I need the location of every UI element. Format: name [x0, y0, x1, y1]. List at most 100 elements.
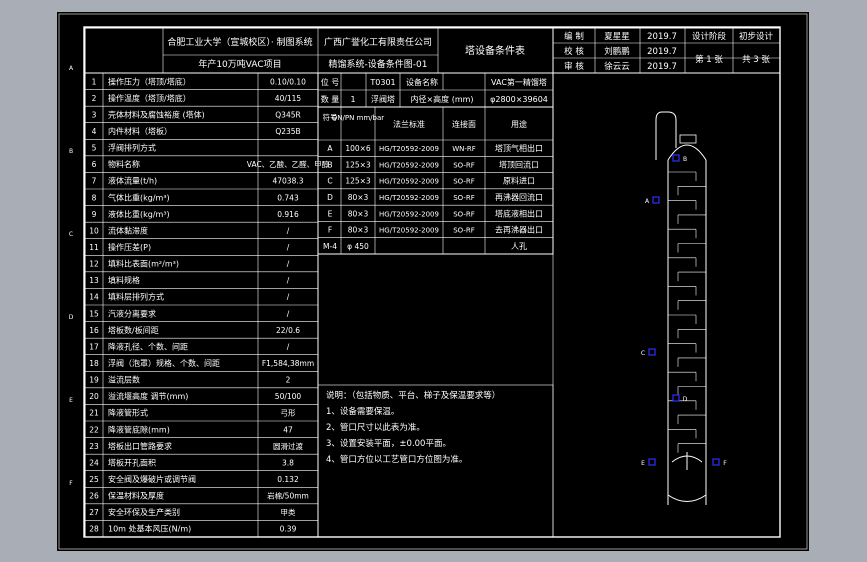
param-value: 0.132: [277, 475, 299, 484]
param-label: 浮阀（泡罩）规格、个数、间距: [108, 358, 220, 368]
param-label: 液体流量(t/h): [108, 176, 157, 186]
param-label: 安全阀及爆破片或调节阀: [108, 474, 196, 484]
nozzle-dn: φ 450: [347, 242, 369, 251]
param-value: 0.10/0.10: [270, 77, 306, 86]
param-no: 19: [89, 376, 99, 385]
nozzle-sym: M-4: [323, 242, 337, 251]
param-value: 2: [286, 376, 291, 385]
nozzle-use: 再沸器回流口: [495, 192, 543, 202]
param-value: 50/100: [275, 392, 302, 401]
param-label: 溢流层数: [108, 375, 140, 385]
param-no: 27: [89, 508, 99, 517]
param-no: 21: [89, 409, 99, 418]
nozzle-sym: A: [327, 144, 333, 153]
zone-letter: D: [69, 314, 74, 321]
equipment-size-label: 内径×高度 (mm): [410, 94, 473, 104]
param-no: 18: [89, 359, 99, 368]
param-no: 5: [92, 144, 97, 153]
param-label: 塔板出口管路要求: [108, 441, 172, 451]
param-no: 14: [89, 293, 99, 302]
nozzle-dn: 80×3: [348, 193, 369, 202]
param-label: 操作压差(P): [108, 242, 151, 252]
nozzle-std: HG/T20592-2009: [379, 227, 439, 235]
nozzle-use: 塔顶回流口: [499, 159, 539, 169]
equipment-form: 浮阀塔: [371, 94, 395, 104]
param-no: 24: [89, 458, 99, 467]
param-value: 3.8: [282, 458, 294, 467]
equipment-size: φ2800×39604: [490, 95, 548, 104]
param-no: 3: [92, 110, 97, 119]
param-label: 填料比表面(m²/m³): [108, 259, 179, 269]
drawing-canvas: [57, 12, 809, 551]
nozzle-dn: 125×3: [345, 160, 371, 169]
param-label: 降液管底隙(mm): [108, 424, 170, 434]
nozzle-face: SO-RF: [453, 227, 475, 235]
nozzle-use: 人孔: [511, 242, 527, 251]
param-no: 1: [92, 77, 97, 86]
param-no: 12: [89, 260, 99, 269]
nozzle-header-dn: DN/PN mm/bar: [332, 114, 384, 122]
zone-letter: E: [69, 397, 73, 404]
param-no: 9: [92, 210, 97, 219]
nozzle-face: SO-RF: [453, 178, 475, 186]
param-value: 22/0.6: [276, 326, 300, 335]
equipment-name-label: 设备名称: [406, 77, 438, 87]
nozzle-marker-label: F: [723, 460, 727, 467]
zone-letter: C: [69, 231, 73, 238]
param-label: 液体比重(kg/m³): [108, 209, 170, 219]
sheet-total: 共 3 张: [742, 55, 770, 65]
project-label: 年产10万吨VAC项目: [198, 58, 281, 70]
nozzle-std: HG/T20592-2009: [379, 145, 439, 153]
nozzle-header-face: 连接面: [452, 119, 476, 129]
drawing-sheet: ABCDEF 合肥工业大学（宣城校区）· 制图系统 广西广誉化工有限责任公司 年…: [57, 12, 809, 551]
param-no: 23: [89, 442, 99, 451]
param-no: 28: [89, 525, 99, 534]
equipment-count-label: 数 量: [321, 94, 340, 104]
param-value: 40/115: [275, 94, 302, 103]
param-label: 流体黏滞度: [108, 225, 148, 235]
nozzle-face: SO-RF: [453, 161, 475, 169]
param-value: 0.39: [280, 525, 297, 534]
param-label: 塔板数/板间距: [108, 325, 159, 335]
notes-heading: 说明：（包括物质、平台、梯子及保温要求等）: [326, 390, 500, 401]
name-approved: 徐云云: [604, 61, 630, 72]
param-no: 8: [92, 193, 97, 202]
nozzle-use: 塔底液相出口: [495, 208, 543, 218]
param-no: 2: [92, 94, 97, 103]
param-value: Q345R: [275, 110, 300, 119]
param-label: 物料名称: [108, 159, 140, 169]
nozzle-std: HG/T20592-2009: [379, 194, 439, 202]
nozzle-dn: 80×3: [348, 226, 369, 235]
nozzle-use: 去再沸器出口: [495, 225, 543, 235]
param-value: 岩棉/50mm: [267, 491, 309, 501]
param-label: 气体比重(kg/m³): [108, 192, 170, 202]
nozzle-face: WN-RF: [452, 145, 476, 153]
equipment-no: T0301: [369, 78, 395, 87]
nozzle-sym: B: [327, 160, 332, 169]
date-approved: 2019.7: [647, 62, 677, 72]
param-no: 15: [89, 309, 99, 318]
nozzle-sym: F: [328, 226, 332, 235]
param-value: 0.743: [277, 193, 299, 202]
role-prepared: 编 制: [564, 31, 584, 42]
param-label: 溢流堰高度 调节(mm): [108, 391, 188, 401]
param-no: 22: [89, 425, 99, 434]
param-label: 浮阀排列方式: [108, 143, 156, 153]
param-no: 17: [89, 342, 99, 351]
param-value: 甲类: [281, 507, 296, 517]
param-no: 11: [89, 243, 99, 252]
param-label: 操作压力（塔顶/塔底）: [108, 76, 191, 86]
nozzle-dn: 100×6: [345, 144, 371, 153]
param-no: 25: [89, 475, 99, 484]
stage-label: 设计阶段: [692, 31, 727, 42]
nozzle-face: SO-RF: [453, 210, 475, 218]
school-label: 合肥工业大学（宣城校区）· 制图系统: [167, 36, 312, 48]
nozzle-header-std: 法兰标准: [393, 119, 425, 129]
nozzle-use: 原料进口: [503, 176, 535, 186]
note-2: 2、管口尺寸以此表为准。: [326, 422, 425, 433]
note-4: 4、管口方位以工艺管口方位图为准。: [326, 454, 467, 465]
param-no: 7: [92, 177, 97, 186]
stage-value: 初步设计: [739, 31, 774, 42]
param-label: 10m 处基本风压(N/m): [108, 524, 191, 534]
param-label: 操作温度（塔顶/塔底）: [108, 93, 191, 103]
